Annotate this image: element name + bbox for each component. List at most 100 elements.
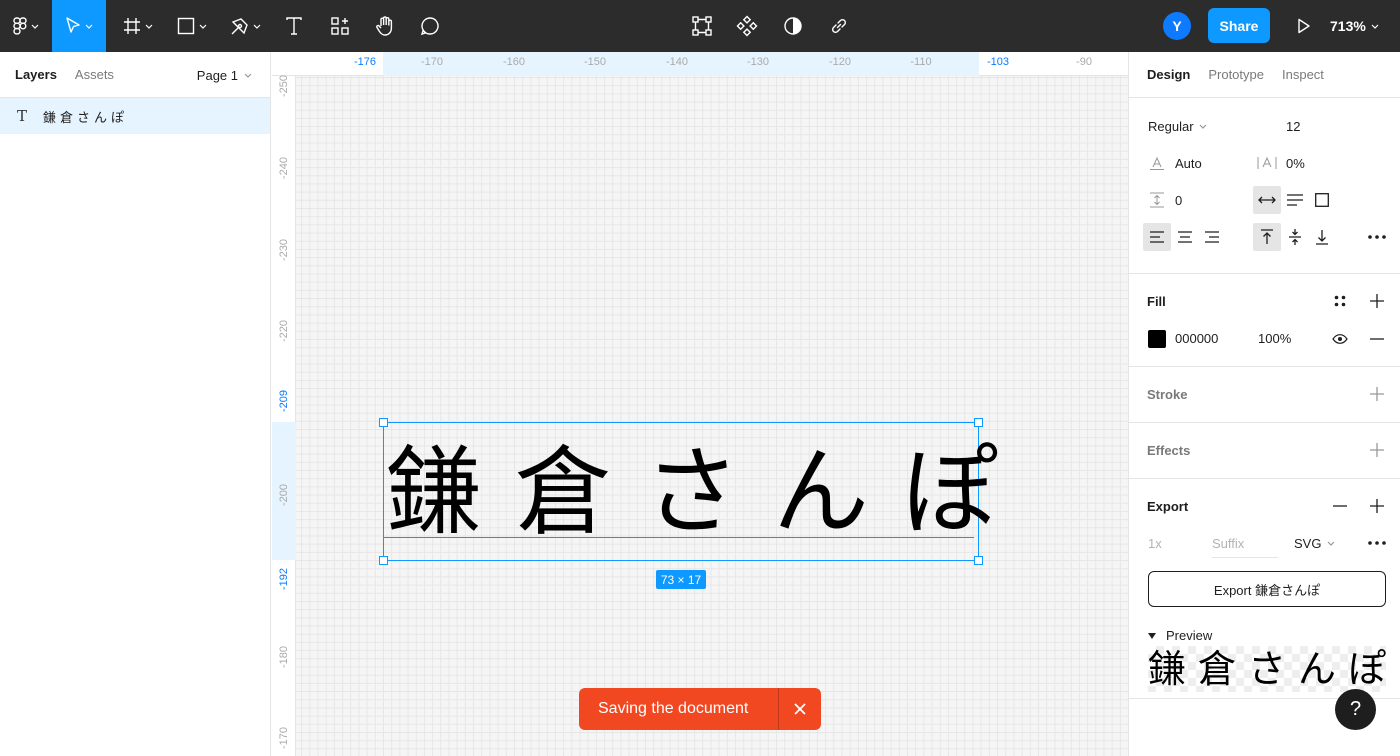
fixed-size-button[interactable] <box>1308 186 1336 214</box>
align-left-button[interactable] <box>1143 223 1171 251</box>
plus-icon <box>1370 499 1384 513</box>
shape-tool-button[interactable] <box>170 0 214 52</box>
text-layer-content: 鎌倉さんぽ <box>386 436 1031 548</box>
tab-layers[interactable]: Layers <box>15 67 57 82</box>
help-button[interactable]: ? <box>1335 689 1376 730</box>
ruler-tick: -170 <box>278 726 290 749</box>
add-export-button[interactable] <box>1363 492 1391 520</box>
create-component-button[interactable] <box>733 0 761 52</box>
align-top-button[interactable] <box>1253 223 1281 251</box>
saving-toast: Saving the document <box>579 688 821 730</box>
fill-color-swatch[interactable] <box>1148 330 1166 348</box>
chevron-down-icon <box>244 73 252 78</box>
eye-icon <box>1332 334 1348 344</box>
align-right-button[interactable] <box>1198 223 1226 251</box>
fill-styles-button[interactable] <box>1326 287 1354 315</box>
chevron-down-icon <box>199 24 207 29</box>
ruler-tick: -180 <box>278 645 290 668</box>
align-middle-icon <box>1289 229 1301 245</box>
layer-name: 鎌倉さんぽ <box>43 109 129 125</box>
auto-width-icon <box>1258 196 1276 204</box>
align-bottom-button[interactable] <box>1308 223 1336 251</box>
move-tool-button[interactable] <box>52 0 106 52</box>
fill-hex-input[interactable]: 000000 <box>1175 331 1218 346</box>
plus-icon <box>1370 387 1384 401</box>
resources-button[interactable] <box>324 0 356 52</box>
layer-item-text[interactable]: T 鎌倉さんぽ <box>0 98 270 134</box>
line-height-icon <box>1150 156 1164 170</box>
align-left-icon <box>1150 231 1164 243</box>
main-menu-button[interactable] <box>8 0 44 52</box>
line-height-input[interactable]: Auto <box>1175 156 1202 171</box>
paragraph-spacing-input[interactable]: 0 <box>1175 193 1182 208</box>
horizontal-ruler: -176 -170 -160 -150 -140 -130 -120 -110 … <box>272 52 1128 76</box>
zoom-menu[interactable]: 713% <box>1330 0 1379 52</box>
user-avatar[interactable]: Y <box>1163 12 1191 40</box>
fixed-size-icon <box>1315 193 1329 207</box>
share-button[interactable]: Share <box>1208 8 1270 43</box>
rectangle-icon <box>177 17 195 35</box>
resize-handle-top-right[interactable] <box>974 418 983 427</box>
tab-prototype[interactable]: Prototype <box>1208 67 1264 82</box>
styles-grid-icon <box>1334 295 1346 307</box>
remove-fill-button[interactable] <box>1363 325 1391 353</box>
font-size-input[interactable]: 12 <box>1286 119 1300 134</box>
canvas[interactable]: -176 -170 -160 -150 -140 -130 -120 -110 … <box>272 52 1128 756</box>
comment-tool-button[interactable] <box>414 0 446 52</box>
triangle-down-icon <box>1148 632 1156 639</box>
align-bottom-icon <box>1316 230 1328 245</box>
ruler-tick: -103 <box>986 56 1010 68</box>
add-effect-button[interactable] <box>1363 436 1391 464</box>
resize-handle-bottom-right[interactable] <box>974 556 983 565</box>
selected-text-layer[interactable]: 鎌倉さんぽ <box>379 418 998 565</box>
auto-height-button[interactable] <box>1281 186 1309 214</box>
letter-spacing-input[interactable]: 0% <box>1286 156 1305 171</box>
figma-logo-icon <box>13 17 27 35</box>
fill-opacity-input[interactable]: 100% <box>1258 331 1291 346</box>
section-divider <box>1129 422 1400 423</box>
auto-width-button[interactable] <box>1253 186 1281 214</box>
present-button[interactable] <box>1290 0 1318 52</box>
add-fill-button[interactable] <box>1363 287 1391 315</box>
tab-inspect[interactable]: Inspect <box>1282 67 1324 82</box>
export-suffix-input[interactable]: Suffix <box>1212 536 1278 558</box>
export-scale-input[interactable]: 1x <box>1148 536 1162 551</box>
comment-icon <box>420 17 439 36</box>
ruler-tick: -130 <box>746 56 770 68</box>
frame-tool-button[interactable] <box>116 0 160 52</box>
effects-section-title: Effects <box>1147 443 1191 458</box>
font-style-select[interactable]: Regular <box>1148 119 1207 134</box>
plus-icon <box>1370 443 1384 457</box>
tab-design[interactable]: Design <box>1147 67 1190 82</box>
align-top-icon <box>1261 229 1273 244</box>
pen-tool-button[interactable] <box>224 0 268 52</box>
component-tool-button[interactable] <box>688 0 716 52</box>
resize-handle-top-left[interactable] <box>379 418 388 427</box>
ruler-tick: -110 <box>910 56 932 68</box>
mask-button[interactable] <box>779 0 807 52</box>
toast-close-button[interactable] <box>779 702 821 716</box>
fill-visibility-toggle[interactable] <box>1326 325 1354 353</box>
resize-handle-bottom-left[interactable] <box>379 556 388 565</box>
section-divider <box>1129 366 1400 367</box>
export-button[interactable]: Export 鎌倉さんぽ <box>1148 571 1386 607</box>
transform-icon <box>692 16 712 36</box>
zoom-level: 713% <box>1330 18 1366 34</box>
add-stroke-button[interactable] <box>1363 380 1391 408</box>
export-settings-button[interactable] <box>1363 529 1391 557</box>
remove-export-button[interactable] <box>1326 492 1354 520</box>
align-middle-button[interactable] <box>1281 223 1309 251</box>
align-center-button[interactable] <box>1171 223 1199 251</box>
export-format-select[interactable]: SVG <box>1294 536 1335 551</box>
hand-tool-button[interactable] <box>369 0 401 52</box>
link-button[interactable] <box>825 0 853 52</box>
toast-message: Saving the document <box>598 700 749 717</box>
preview-label: Preview <box>1166 628 1213 643</box>
tab-assets[interactable]: Assets <box>75 67 114 82</box>
export-section-title: Export <box>1147 499 1189 514</box>
page-selector[interactable]: Page 1 <box>197 68 252 83</box>
preview-toggle[interactable]: Preview <box>1148 628 1212 643</box>
text-more-options-button[interactable] <box>1363 223 1391 251</box>
chevron-down-icon <box>31 24 39 29</box>
text-tool-button[interactable] <box>278 0 310 52</box>
